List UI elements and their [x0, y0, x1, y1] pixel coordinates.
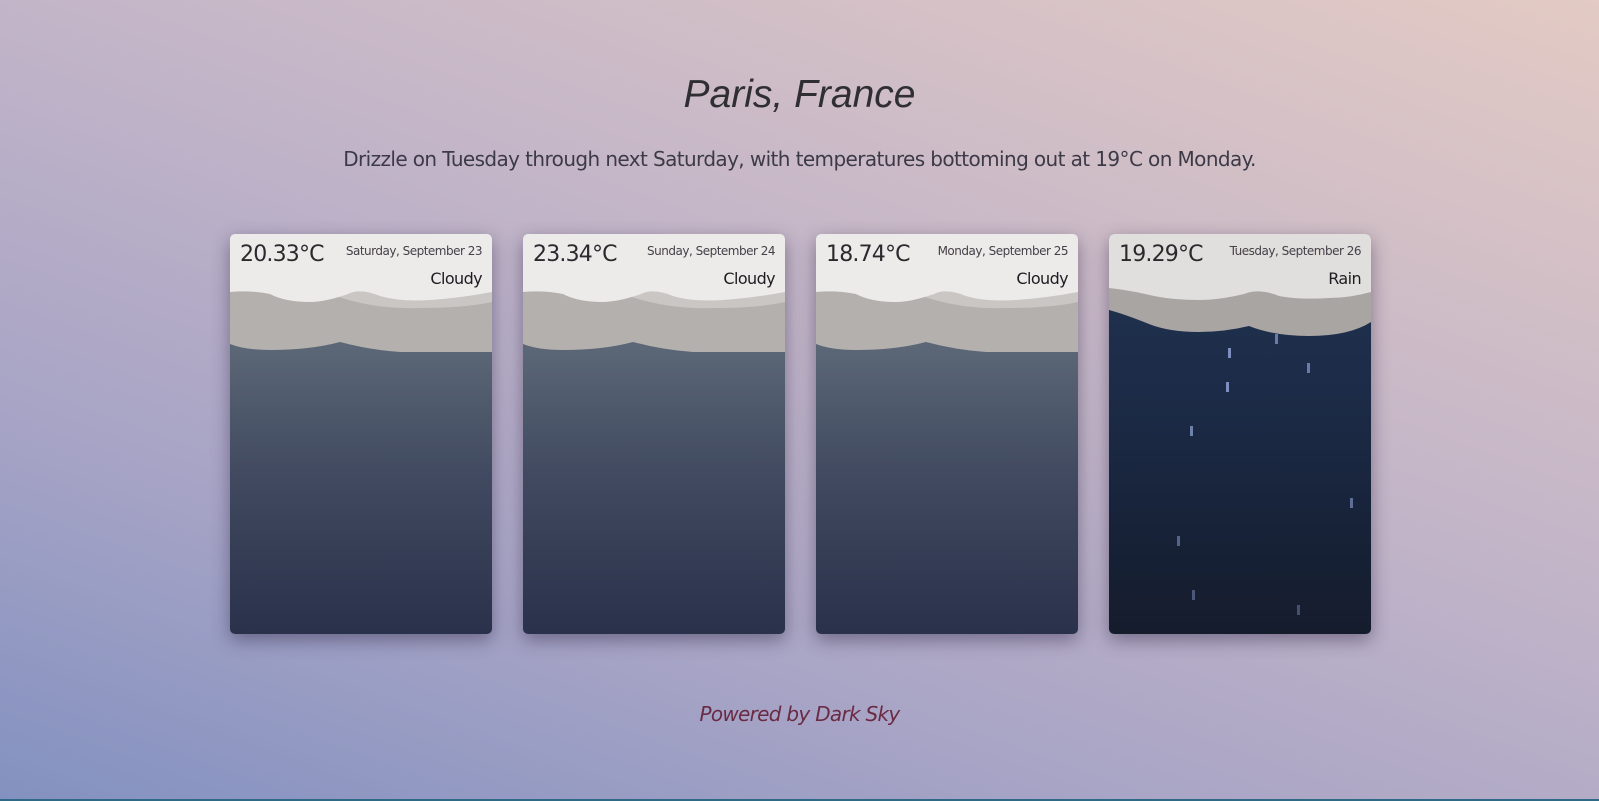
forecast-card: 23.34°C Sunday, September 24 Cloudy: [523, 234, 785, 634]
forecast-date: Sunday, September 24: [647, 244, 775, 258]
weather-condition: Cloudy: [1016, 269, 1068, 288]
forecast-card: 19.29°C Tuesday, September 26 Rain: [1109, 234, 1371, 634]
raindrop: [1275, 334, 1278, 344]
forecast-date: Saturday, September 23: [345, 244, 483, 258]
forecast-card: 20.33°C Saturday, September 23 Cloudy: [230, 234, 492, 634]
raindrop: [1192, 590, 1195, 600]
weather-condition: Cloudy: [430, 269, 482, 288]
temperature: 23.34°C: [533, 242, 618, 267]
forecast-card: 18.74°C Monday, September 25 Cloudy: [816, 234, 1078, 634]
temperature: 20.33°C: [240, 242, 325, 267]
raindrop: [1297, 605, 1300, 615]
weather-summary: Drizzle on Tuesday through next Saturday…: [343, 147, 1256, 171]
weather-condition: Cloudy: [723, 269, 775, 288]
forecast-date: Monday, September 25: [937, 244, 1069, 258]
temperature: 18.74°C: [826, 242, 911, 267]
raindrop: [1228, 348, 1231, 358]
forecast-date: Tuesday, September 26: [1229, 244, 1362, 258]
weather-condition: Rain: [1328, 269, 1361, 288]
dark-sky-link[interactable]: Powered by Dark Sky: [699, 702, 900, 726]
page-title: Paris, France: [683, 73, 916, 116]
raindrop: [1350, 498, 1353, 508]
raindrop: [1226, 382, 1229, 392]
raindrop: [1190, 426, 1193, 436]
raindrop: [1307, 363, 1310, 373]
raindrop: [1177, 536, 1180, 546]
temperature: 19.29°C: [1119, 242, 1204, 267]
powered-by: Powered by Dark Sky: [0, 702, 1599, 726]
forecast-cards: 20.33°C Saturday, September 23 Cloudy 23…: [230, 234, 1371, 634]
